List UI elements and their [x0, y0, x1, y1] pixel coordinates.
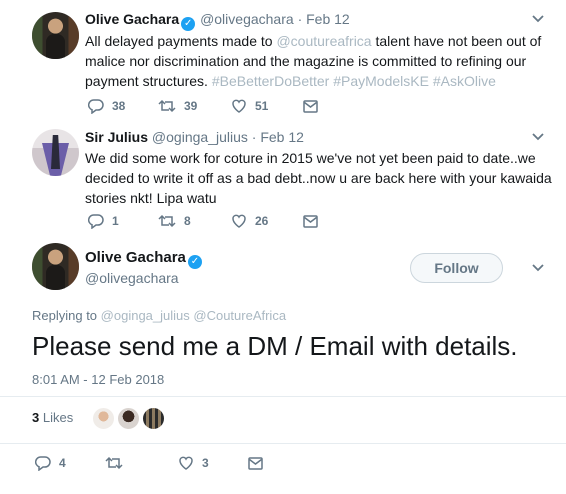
like-icon [232, 99, 246, 113]
likes-count: 3 [32, 410, 40, 425]
main-avatar[interactable] [32, 243, 79, 290]
retweet-icon [105, 456, 123, 470]
like-count: 26 [255, 214, 269, 228]
dm-icon [303, 214, 318, 228]
retweet-count: 39 [184, 99, 198, 113]
tweet-sir-julius[interactable]: Sir Julius @oginga_julius · Feb 12 We di… [0, 125, 566, 240]
main-action-bar: 4 3 [35, 454, 335, 472]
reply-count: 4 [59, 456, 66, 470]
like-button[interactable]: 26 [231, 212, 268, 230]
text-part: All delayed payments made to [85, 33, 277, 49]
chevron-down-icon[interactable] [532, 15, 544, 25]
reply-button[interactable]: 1 [88, 212, 119, 230]
divider [0, 443, 566, 444]
separator-dot: · [251, 129, 257, 145]
like-icon [232, 214, 246, 228]
tweet-text: All delayed payments made to @coutureafr… [85, 31, 555, 91]
author-handle[interactable]: @olivegachara [200, 11, 294, 27]
reply-button[interactable]: 38 [88, 97, 125, 115]
tweet-date[interactable]: Feb 12 [260, 129, 304, 145]
follow-button[interactable]: Follow [410, 253, 503, 283]
reply-button[interactable]: 4 [35, 454, 66, 472]
retweet-count: 8 [184, 214, 191, 228]
retweet-button[interactable]: 8 [158, 212, 191, 230]
mention-link[interactable]: @coutureafrica [276, 33, 371, 49]
author-handle[interactable]: @oginga_julius [152, 129, 248, 145]
reply-count: 38 [112, 99, 126, 113]
dm-icon [248, 456, 263, 470]
main-tweet-text: Please send me a DM / Email with details… [32, 331, 518, 361]
main-timestamp[interactable]: 8:01 AM - 12 Feb 2018 [32, 372, 164, 387]
liker-avatar[interactable] [142, 407, 165, 430]
avatar[interactable] [32, 12, 79, 59]
tweet-date[interactable]: Feb 12 [306, 11, 350, 27]
liker-avatar[interactable] [92, 407, 115, 430]
tweet-olive-gachara[interactable]: Olive Gachara ✓ @olivegachara · Feb 12 Al… [0, 0, 566, 125]
author-name[interactable]: Olive Gachara [85, 11, 179, 27]
dm-button[interactable] [248, 454, 263, 472]
dm-button[interactable] [303, 97, 318, 115]
main-author-handle[interactable]: @olivegachara [85, 270, 179, 286]
retweet-icon [158, 99, 176, 113]
separator-dot: · [297, 11, 303, 27]
verified-icon: ✓ [181, 17, 196, 31]
retweet-button[interactable]: 39 [158, 97, 197, 115]
main-author-name[interactable]: Olive Gachara [85, 249, 186, 266]
like-icon [179, 456, 193, 470]
likes-label: Likes [42, 410, 74, 425]
retweet-button[interactable] [105, 454, 123, 472]
action-bar: 38 39 51 [88, 97, 388, 115]
chevron-down-icon[interactable] [532, 264, 544, 274]
replying-handles[interactable]: @oginga_julius @CoutureAfrica [101, 308, 286, 323]
divider [0, 396, 566, 397]
verified-icon: ✓ [187, 255, 202, 269]
dm-icon [303, 99, 318, 113]
tweet-text: We did some work for coture in 2015 we'v… [85, 150, 552, 206]
liker-avatar[interactable] [117, 407, 140, 430]
retweet-icon [158, 214, 176, 228]
chevron-down-icon[interactable] [532, 133, 544, 143]
replying-prefix: Replying to [32, 308, 98, 323]
action-bar: 1 8 26 [88, 212, 388, 230]
likes-summary[interactable]: 3 Likes [32, 410, 73, 425]
author-name[interactable]: Sir Julius [85, 129, 148, 145]
like-count: 51 [255, 99, 269, 113]
replying-to: Replying to @oginga_julius @CoutureAfric… [32, 308, 286, 323]
reply-count: 1 [112, 214, 119, 228]
reply-icon [35, 456, 51, 471]
like-button[interactable]: 51 [231, 97, 268, 115]
like-button[interactable]: 3 [178, 454, 209, 472]
reply-icon [88, 214, 104, 229]
like-count: 3 [202, 456, 209, 470]
dm-button[interactable] [303, 212, 318, 230]
reply-icon [88, 99, 104, 114]
hashtags[interactable]: #BeBetterDoBetter #PayModelsKE #AskOlive [212, 73, 496, 89]
avatar[interactable] [32, 129, 79, 176]
